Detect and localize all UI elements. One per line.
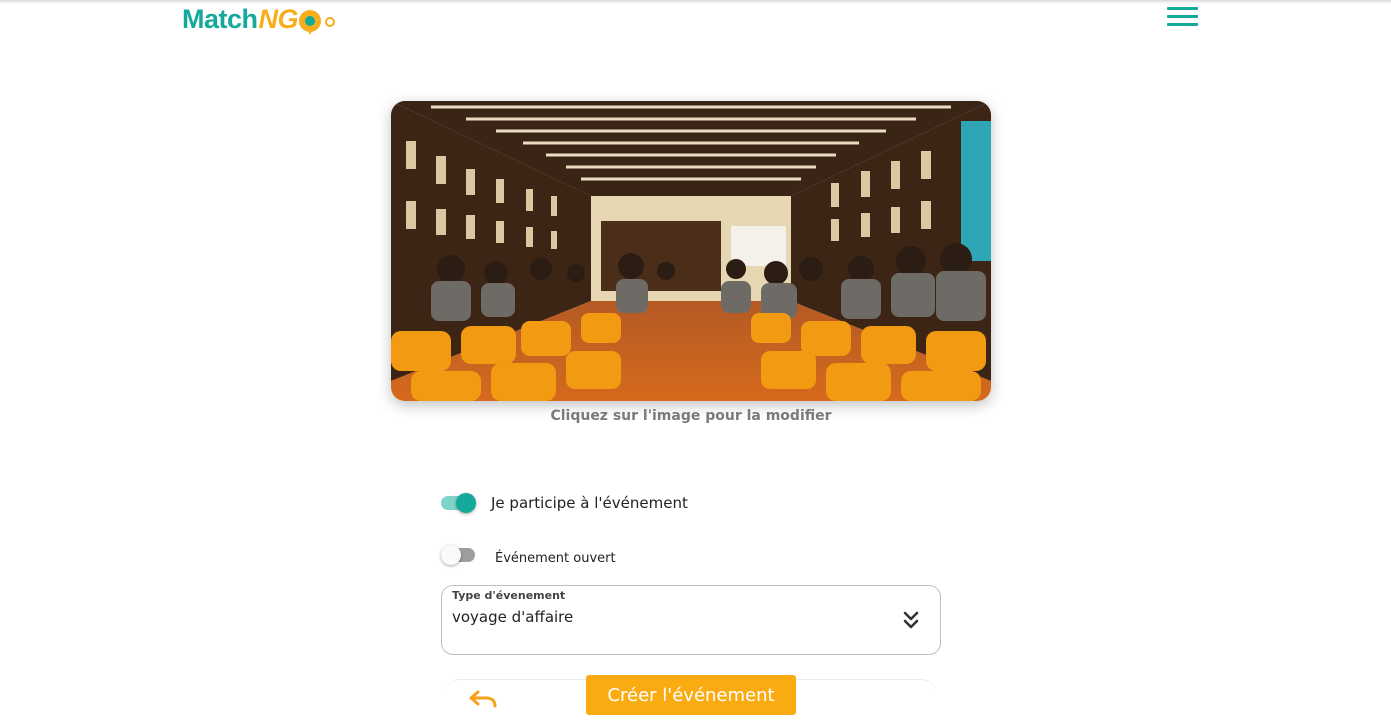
logo-text-match: Match: [182, 3, 258, 34]
create-event-button[interactable]: Créer l'événement: [586, 675, 796, 715]
toggle-knob: [456, 493, 476, 513]
menu-bar: [1167, 23, 1198, 26]
conference-room-photo: [391, 101, 991, 401]
participate-row: Je participe à l'événement: [441, 492, 688, 514]
logo-text-ng: NG: [258, 3, 299, 34]
menu-bar: [1167, 15, 1198, 18]
event-type-value: voyage d'affaire: [452, 608, 574, 626]
toggle-knob: [441, 545, 461, 565]
participate-toggle[interactable]: [441, 492, 477, 514]
open-event-label: Événement ouvert: [495, 550, 616, 566]
menu-bar: [1167, 7, 1198, 10]
image-edit-hint: Cliquez sur l'image pour la modifier: [550, 408, 832, 424]
open-event-row: Événement ouvert: [441, 544, 616, 566]
event-type-label: Type d'évenement: [452, 589, 566, 602]
undo-icon[interactable]: [468, 686, 498, 710]
participate-label: Je participe à l'événement: [491, 494, 688, 512]
open-event-toggle[interactable]: [441, 544, 477, 566]
double-chevron-down-icon: [903, 611, 919, 629]
logo-dot-icon: [325, 17, 336, 27]
matchngo-logo[interactable]: Match NG: [182, 0, 342, 44]
event-type-select[interactable]: Type d'évenement voyage d'affaire: [441, 585, 941, 655]
location-pin-icon: [299, 10, 322, 35]
event-cover-image[interactable]: [391, 101, 991, 401]
hamburger-menu-icon[interactable]: [1167, 7, 1198, 29]
